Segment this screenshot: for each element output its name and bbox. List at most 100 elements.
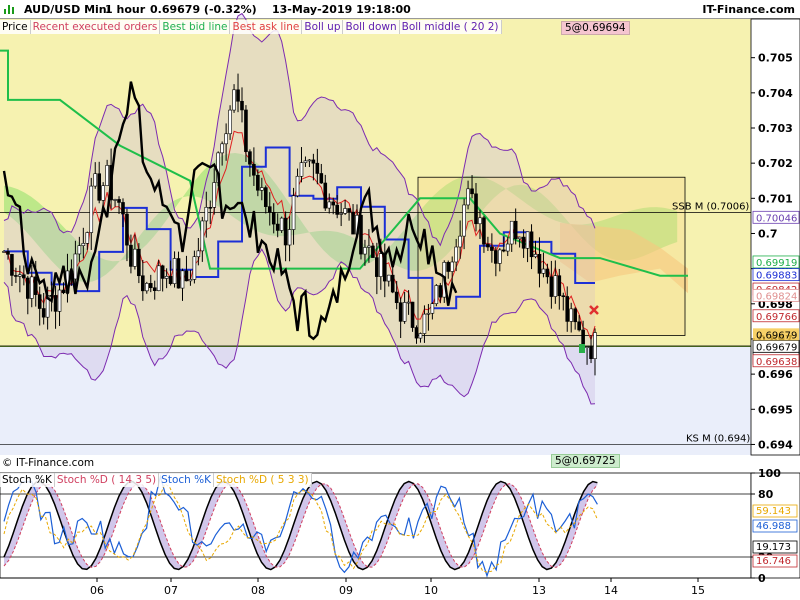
candle-body [160, 265, 165, 279]
legend-stoch-k2[interactable]: Stoch %K [159, 473, 214, 487]
y-tick-label: 0.701 [758, 192, 793, 205]
ssb-label: SSB M (0.7006) [672, 201, 749, 212]
candle-body [335, 204, 339, 215]
candle-body [168, 276, 173, 284]
candle-body [462, 204, 466, 237]
candle-body [426, 312, 431, 315]
legend-stoch-d1[interactable]: Stoch %D ( 14 3 5) [54, 473, 160, 487]
candle-body [565, 296, 570, 322]
candle-body [93, 173, 98, 187]
y-tick-label: 0.702 [758, 157, 793, 170]
candle-body [133, 248, 137, 267]
candle-body [172, 258, 177, 284]
candle-body [129, 244, 133, 267]
bottom-ticker: 5@0.69725 [551, 454, 620, 468]
candle-body [252, 163, 256, 176]
candle-body [434, 285, 439, 305]
candle-body [121, 202, 125, 215]
stoch-value-label: 59.143 [756, 506, 791, 517]
legend-boll-middle[interactable]: Boll middle ( 20 2) [399, 20, 502, 34]
candle-body [573, 308, 577, 323]
main-legend: Price Recent executed orders Best bid li… [0, 20, 502, 34]
legend-best-ask[interactable]: Best ask line [230, 20, 303, 34]
candle-body [382, 253, 387, 282]
legend-boll-up[interactable]: Boll up [302, 20, 344, 34]
candle-body [196, 250, 201, 257]
candle-body [331, 201, 336, 206]
candle-body [561, 295, 566, 298]
candle-body [323, 182, 328, 209]
candle-body [41, 308, 46, 318]
candle-body [367, 245, 371, 248]
candle-body [474, 193, 478, 225]
candle-body [180, 270, 185, 289]
price-tag-label: 0.69883 [756, 271, 797, 282]
candle-body [311, 159, 316, 164]
candle-body [204, 206, 209, 222]
candle-body [307, 159, 312, 162]
candle-body [525, 231, 530, 249]
buy-marker-icon [579, 344, 585, 353]
legend-recent-orders[interactable]: Recent executed orders [30, 20, 161, 34]
candle-body [430, 303, 435, 314]
candle-body [371, 245, 375, 258]
x-tick-label: 06 [90, 584, 104, 597]
candle-body [537, 253, 542, 274]
y-tick-label: 0.695 [758, 403, 793, 416]
legend-stoch-k1[interactable]: Stoch %K [0, 473, 55, 487]
stoch-tick-label: 100 [758, 467, 781, 480]
candle-body [446, 262, 451, 272]
x-tick-label: 13 [532, 584, 546, 597]
candle-body [101, 185, 105, 201]
candle-body [29, 276, 34, 299]
price-tag-label: 0.69679 [756, 342, 797, 353]
candle-body [494, 250, 498, 264]
legend-boll-down[interactable]: Boll down [343, 20, 400, 34]
drawing-rectangle [417, 176, 686, 336]
candle-body [244, 109, 248, 152]
lower-area-background [0, 346, 751, 455]
candle-body [505, 243, 510, 252]
legend-price[interactable]: Price [0, 20, 31, 34]
candle-body [454, 246, 458, 263]
x-tick-label: 09 [339, 584, 353, 597]
watermark: © IT-Finance.com [2, 457, 95, 469]
candle-body [271, 212, 276, 225]
candle-body [386, 274, 391, 282]
legend-stoch-d2[interactable]: Stoch %D ( 5 3 3) [214, 473, 312, 487]
candle-body [125, 213, 129, 246]
candle-body [438, 285, 443, 298]
candle-body [490, 246, 494, 251]
top-ticker: 5@0.69694 [561, 21, 630, 35]
candle-body [81, 243, 86, 246]
candle-body [188, 279, 193, 282]
candle-body [418, 333, 423, 339]
candle-body [105, 165, 109, 186]
candle-body [375, 257, 379, 277]
candle-body [18, 274, 22, 277]
candle-body [6, 251, 10, 255]
chart-window: AUD/USD Mini 1 hour 0.69679 (-0.32%) 13-… [0, 0, 800, 600]
candle-body [470, 188, 474, 195]
candle-body [156, 265, 161, 291]
candle-body [22, 274, 26, 279]
candle-body [97, 173, 101, 201]
candle-body [283, 217, 288, 246]
candle-body [458, 235, 462, 248]
candle-body [144, 283, 149, 292]
x-tick-label: 10 [424, 584, 438, 597]
candle-body [521, 236, 526, 249]
y-tick-label: 0.704 [758, 87, 793, 100]
legend-best-bid[interactable]: Best bid line [160, 20, 231, 34]
candle-body [327, 201, 332, 209]
candle-body [545, 268, 550, 278]
y-tick-label: 0.7 [758, 227, 778, 240]
candle-body [275, 223, 280, 231]
candle-body [379, 253, 383, 277]
price-chart[interactable]: 0.7050.7040.7030.7020.7010.70.6990.6980.… [0, 0, 800, 600]
price-tag-label: 0.69638 [756, 357, 797, 368]
candle-body [77, 245, 82, 255]
candle-body [390, 274, 395, 293]
price-tag-label: 0.70046 [756, 213, 797, 224]
candle-body [10, 254, 14, 276]
